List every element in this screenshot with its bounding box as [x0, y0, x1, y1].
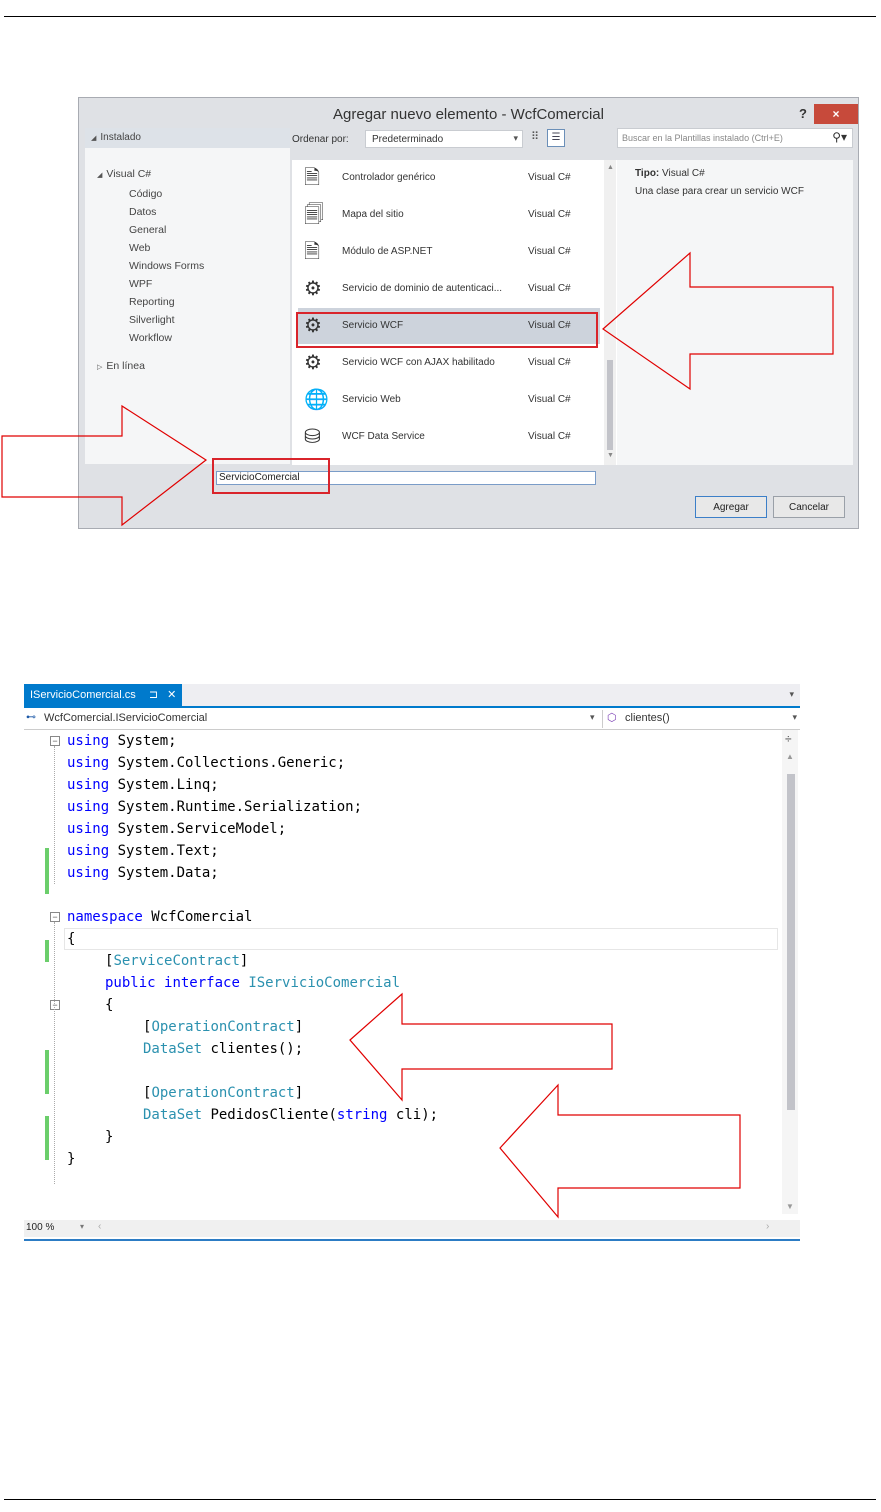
dialog-annotation-arrows — [1, 251, 834, 527]
current-line-highlight — [64, 928, 778, 950]
code-keyword: using — [67, 865, 110, 881]
code-type: ServiceContract — [113, 953, 240, 969]
code-line: [ServiceContract] — [67, 950, 248, 972]
code-keyword: using — [67, 799, 110, 815]
member-dropdown[interactable]: ⬡ clientes() ▾ — [602, 710, 801, 728]
code-text: System.Data; — [117, 865, 219, 881]
type-dropdown-value: WcfComercial.IServicioComercial — [44, 712, 208, 724]
code-text: System.ServiceModel; — [117, 821, 287, 837]
code-line: using System.Text; — [67, 840, 219, 862]
fold-guide — [54, 746, 55, 884]
member-dropdown-value: clientes() — [625, 712, 670, 724]
code-line: using System.ServiceModel; — [67, 818, 286, 840]
code-keyword: using — [67, 755, 110, 771]
code-line: using System; — [67, 730, 177, 752]
type-dropdown[interactable]: ⊷ WcfComercial.IServicioComercial ▾ — [24, 710, 600, 728]
code-line: using System.Linq; — [67, 774, 219, 796]
method-icon: ⬡ — [607, 712, 617, 724]
left-pointing-arrow-icon — [602, 251, 834, 391]
editor-tab-bar: IServicioComercial.cs ⊐ ✕ ▾ — [24, 684, 800, 708]
editor-annotation-arrows — [349, 992, 741, 1219]
code-keyword: namespace — [67, 909, 143, 925]
code-line: using System.Collections.Generic; — [67, 752, 345, 774]
code-text: System.Runtime.Serialization; — [117, 799, 363, 815]
code-line: using System.Runtime.Serialization; — [67, 796, 362, 818]
code-line: { — [67, 928, 75, 950]
code-text: { — [67, 931, 76, 947]
code-type: IServicioComercial — [248, 975, 401, 991]
code-keyword: using — [67, 777, 110, 793]
code-line: namespace WcfComercial — [67, 906, 252, 928]
right-pointing-arrow-icon — [1, 404, 208, 527]
code-keyword: interface — [164, 975, 240, 991]
fold-toggle[interactable]: − — [50, 736, 60, 746]
tab-label: IServicioComercial.cs — [30, 689, 136, 701]
page-footer-rule — [4, 1499, 876, 1500]
change-indicator — [45, 848, 49, 894]
chevron-down-icon: ▾ — [590, 712, 595, 722]
tab-iservicio-comercial[interactable]: IServicioComercial.cs ⊐ ✕ — [24, 684, 183, 706]
split-icon[interactable]: ÷ — [785, 732, 792, 746]
change-indicator — [45, 940, 49, 962]
close-icon[interactable]: ✕ — [167, 689, 176, 701]
code-text: WcfComercial — [151, 909, 253, 925]
pin-icon[interactable]: ⊐ — [149, 689, 158, 701]
code-text: System.Text; — [117, 843, 219, 859]
code-keyword: public — [105, 975, 156, 991]
left-pointing-arrow-icon — [499, 1083, 741, 1219]
code-text: System.Linq; — [117, 777, 219, 793]
code-keyword: using — [67, 821, 110, 837]
code-keyword: using — [67, 733, 110, 749]
code-keyword: using — [67, 843, 110, 859]
tab-overflow-icon[interactable]: ▾ — [789, 689, 794, 700]
fold-toggle[interactable]: − — [50, 912, 60, 922]
code-text: ] — [239, 953, 249, 969]
scroll-up-icon[interactable]: ▲ — [786, 752, 794, 761]
navigation-bar: ⊷ WcfComercial.IServicioComercial ▾ ⬡ cl… — [24, 710, 800, 730]
left-pointing-arrow-icon — [349, 992, 613, 1102]
class-icon: ⊷ — [26, 712, 36, 723]
chevron-down-icon: ▾ — [792, 712, 797, 722]
code-text: System; — [117, 733, 177, 749]
code-line: using System.Data; — [67, 862, 219, 884]
code-text: System.Collections.Generic; — [117, 755, 346, 771]
